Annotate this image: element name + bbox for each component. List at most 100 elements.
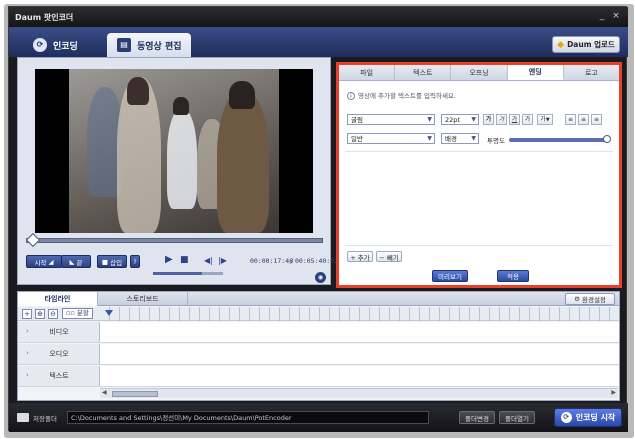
expand-icon[interactable]: + <box>22 309 32 319</box>
current-time: 00:00:17:46 <box>250 257 294 265</box>
edit-tabs: 파일 텍스트 오프닝 엔딩 로고 <box>339 65 619 81</box>
fullscreen-icon[interactable]: ◉ <box>315 272 326 283</box>
font-select[interactable]: 굴림 ▼ <box>347 114 435 125</box>
chevron-down-icon: ▼ <box>427 135 432 142</box>
tab-text[interactable]: 텍스트 <box>395 65 452 80</box>
open-folder-button[interactable]: 폴더열기 <box>499 411 535 424</box>
font-size-select[interactable]: 22pt ▼ <box>441 114 479 125</box>
add-button[interactable]: + 추가 <box>347 251 373 262</box>
time-separator: / <box>290 257 294 265</box>
play-icon[interactable]: ▶ <box>165 254 173 265</box>
chevron-down-icon: ▼ <box>427 116 432 123</box>
text-color-button[interactable]: 가▼ <box>537 114 553 125</box>
stop-icon[interactable]: ■ <box>180 255 189 265</box>
chevron-down-icon: ▼ <box>471 116 476 123</box>
apply-button[interactable]: 적용 <box>497 270 529 282</box>
scroll-thumb[interactable] <box>112 391 158 397</box>
tab-timeline[interactable]: 타임라인 <box>18 292 98 306</box>
prev-frame-icon[interactable]: ◀| <box>204 256 213 265</box>
minimize-button[interactable]: _ <box>596 10 608 22</box>
zoom-in-icon[interactable]: ⊕ <box>35 309 45 319</box>
track-header: › 비디오 <box>18 322 100 342</box>
crowd-figure <box>167 109 197 209</box>
align-center-icon[interactable]: ≡ <box>578 114 589 125</box>
track-text[interactable]: › 텍스트 <box>18 366 619 387</box>
split-button[interactable]: ▫▫ 분할 <box>62 308 93 319</box>
encode-icon: ⟳ <box>560 412 572 423</box>
insert-label: 삽입 <box>110 258 123 267</box>
track-label: 텍스트 <box>49 372 69 380</box>
transparency-slider[interactable] <box>509 138 609 142</box>
align-left-icon[interactable]: ≡ <box>565 114 576 125</box>
time-ruler[interactable] <box>100 307 618 321</box>
next-frame-icon[interactable]: |▶ <box>218 256 227 265</box>
timeline-panel: 타임라인 스토리보드 ⚙ 환경설정 + ⊕ ⊖ ▫▫ 분할 › 비디오 › 오디오 … <box>17 291 620 401</box>
mark-out-button[interactable]: ◣ 끝 <box>61 255 91 268</box>
crowd-figure <box>173 97 189 115</box>
bottom-bar: 저장폴더 C:\Documents and Settings\정선미\My Do… <box>9 403 628 432</box>
change-folder-button[interactable]: 폴더변경 <box>459 411 495 424</box>
app-window: Daum 팟인코더 _ × ⟳ 인코딩 ▤ 동영상 편집 ◆ Daum 업로드 <box>8 6 628 432</box>
volume-slider[interactable] <box>153 272 223 275</box>
tab-video-edit[interactable]: ▤ 동영상 편집 <box>107 33 191 57</box>
tab-logo[interactable]: 로고 <box>564 65 619 80</box>
chevron-down-icon: ▼ <box>471 135 476 142</box>
crowd-figure <box>217 91 269 233</box>
start-encoding-button[interactable]: ⟳ 인코딩 시작 <box>554 408 622 427</box>
mark-out-label: 끝 <box>76 258 83 267</box>
background-select[interactable]: 배경 ▼ <box>441 133 479 144</box>
help-button[interactable]: ? <box>130 255 140 268</box>
transparency-label: 투명도 <box>487 137 505 145</box>
settings-button[interactable]: ⚙ 환경설정 <box>565 293 615 305</box>
divider <box>345 151 613 152</box>
tab-file[interactable]: 파일 <box>339 65 396 80</box>
daum-upload-button[interactable]: ◆ Daum 업로드 <box>552 36 620 53</box>
style-select[interactable]: 일반 ▼ <box>347 133 435 144</box>
tab-encoding-label: 인코딩 <box>53 41 78 52</box>
mark-in-button[interactable]: 시작 ◢ <box>26 255 62 268</box>
remove-button[interactable]: − 빼기 <box>376 251 402 262</box>
track-audio[interactable]: › 오디오 <box>18 344 619 365</box>
close-button[interactable]: × <box>610 10 622 22</box>
tab-opening[interactable]: 오프닝 <box>451 65 508 80</box>
info-icon: i <box>347 92 355 100</box>
video-frame <box>69 69 279 233</box>
crowd-figure <box>127 77 149 105</box>
background-value: 배경 <box>445 135 457 143</box>
title-bar: Daum 팟인코더 _ × <box>9 7 628 27</box>
save-path-field[interactable]: C:\Documents and Settings\정선미\My Documen… <box>67 411 429 424</box>
mark-in-label: 시작 <box>34 258 47 267</box>
tab-video-edit-label: 동영상 편집 <box>137 41 182 52</box>
font-size-value: 22pt <box>445 116 460 124</box>
film-icon: ▤ <box>117 38 131 52</box>
folder-icon <box>17 413 29 422</box>
align-right-icon[interactable]: ≡ <box>591 114 602 125</box>
track-video[interactable]: › 비디오 <box>18 322 619 343</box>
scroll-left-icon[interactable]: ◀ <box>102 389 107 396</box>
preview-button[interactable]: 미리보기 <box>432 270 468 282</box>
italic-button[interactable]: 가 <box>496 114 507 125</box>
edit-panel: 파일 텍스트 오프닝 엔딩 로고 i 영상에 추가할 텍스트를 입력하세요. 굴림… <box>336 62 622 288</box>
bold-button[interactable]: 가 <box>483 114 494 125</box>
playhead[interactable] <box>105 310 113 316</box>
timeline-tabs: 타임라인 스토리보드 ⚙ 환경설정 <box>18 292 619 306</box>
zoom-out-icon[interactable]: ⊖ <box>48 309 58 319</box>
seek-bar[interactable] <box>26 238 323 243</box>
insert-button[interactable]: ■ 삽입 <box>97 255 127 268</box>
scroll-right-icon[interactable]: ▶ <box>611 389 616 396</box>
shadow-button[interactable]: 가 <box>522 114 533 125</box>
tab-storyboard[interactable]: 스토리보드 <box>98 292 188 306</box>
settings-label: 환경설정 <box>581 296 606 304</box>
app-title: Daum 팟인코더 <box>15 13 74 22</box>
horizontal-scrollbar[interactable]: ◀ ▶ <box>100 388 618 398</box>
daum-upload-label: Daum 업로드 <box>567 40 615 49</box>
seek-handle[interactable] <box>25 232 41 248</box>
hint-label: 영상에 추가할 텍스트를 입력하세요. <box>358 92 456 100</box>
divider <box>345 245 613 246</box>
video-preview <box>35 69 313 233</box>
underline-button[interactable]: 가 <box>509 114 520 125</box>
transparency-handle[interactable] <box>603 135 611 143</box>
mode-bar: ⟳ 인코딩 ▤ 동영상 편집 ◆ Daum 업로드 <box>9 27 628 57</box>
tab-ending[interactable]: 엔딩 <box>507 65 564 80</box>
tab-encoding[interactable]: ⟳ 인코딩 <box>23 33 93 57</box>
